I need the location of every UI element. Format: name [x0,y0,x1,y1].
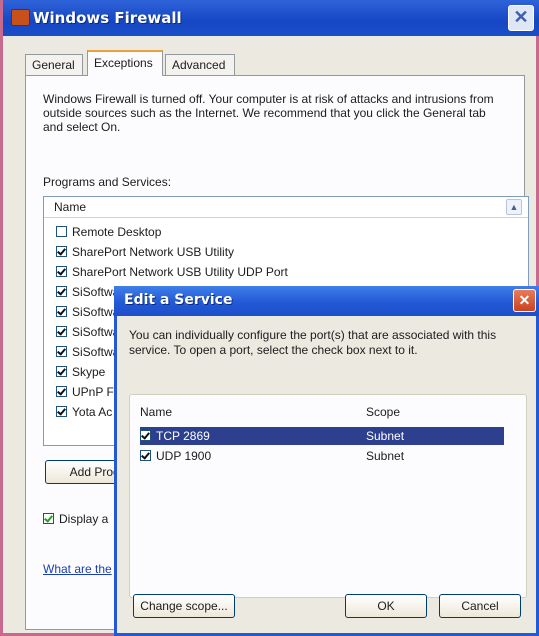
tab-general[interactable]: General [25,54,83,75]
scroll-up-icon[interactable]: ▲ [506,199,522,215]
dialog-close-icon[interactable]: ✕ [513,289,536,312]
title-bar[interactable]: Windows Firewall ✕ [3,0,539,36]
list-item[interactable]: Skype [56,363,105,381]
ok-button[interactable]: OK [345,594,427,618]
tab-exceptions[interactable]: Exceptions [87,50,163,76]
list-header-name[interactable]: Name [44,197,528,218]
help-link[interactable]: What are the [43,562,112,576]
list-item[interactable]: SharePort Network USB Utility UDP Port [56,263,288,281]
col-header-name[interactable]: Name [140,405,172,419]
firewall-icon [11,9,30,26]
checkbox[interactable] [56,306,67,317]
list-item[interactable]: UPnP Fr [56,383,118,401]
change-scope-button[interactable]: Change scope... [133,594,235,618]
port-checkbox[interactable] [140,430,151,441]
cancel-button[interactable]: Cancel [439,594,521,618]
col-header-scope[interactable]: Scope [366,405,400,419]
checkbox[interactable] [56,366,67,377]
list-item[interactable]: SiSoftwa [56,323,119,341]
checkbox[interactable] [56,266,67,277]
list-item[interactable]: SiSoftwa [56,343,119,361]
firewall-off-warning: Windows Firewall is turned off. Your com… [43,92,494,134]
window-title: Windows Firewall [33,9,182,27]
list-item[interactable]: Yota Ac [56,403,112,421]
port-checkbox[interactable] [140,450,151,461]
checkbox[interactable] [56,246,67,257]
programs-label: Programs and Services: [43,175,172,189]
checkbox[interactable] [56,286,67,297]
checkbox[interactable] [56,226,67,237]
display-notification-option[interactable]: Display a [43,512,108,526]
list-item[interactable]: Remote Desktop [56,223,161,241]
edit-service-dialog: Edit a Service ✕ You can individually co… [114,286,539,636]
checkbox[interactable] [56,326,67,337]
close-icon[interactable]: ✕ [508,5,534,31]
list-item[interactable]: SharePort Network USB Utility [56,243,234,261]
checkbox[interactable] [56,386,67,397]
display-notification-checkbox[interactable] [43,513,54,524]
tab-advanced[interactable]: Advanced [165,54,235,75]
list-item[interactable]: SiSoftwa [56,283,119,301]
dialog-title-bar[interactable]: Edit a Service ✕ [114,286,539,316]
port-row-selected[interactable]: TCP 2869 Subnet [140,427,504,445]
checkbox[interactable] [56,346,67,357]
checkbox[interactable] [56,406,67,417]
dialog-title: Edit a Service [124,292,233,308]
ports-list[interactable]: Name Scope TCP 2869 Subnet UDP 1900 Subn… [129,394,527,598]
list-item[interactable]: SiSoftwa [56,303,119,321]
dialog-message: You can individually configure the port(… [129,328,497,357]
port-row[interactable]: UDP 1900 Subnet [140,447,504,465]
